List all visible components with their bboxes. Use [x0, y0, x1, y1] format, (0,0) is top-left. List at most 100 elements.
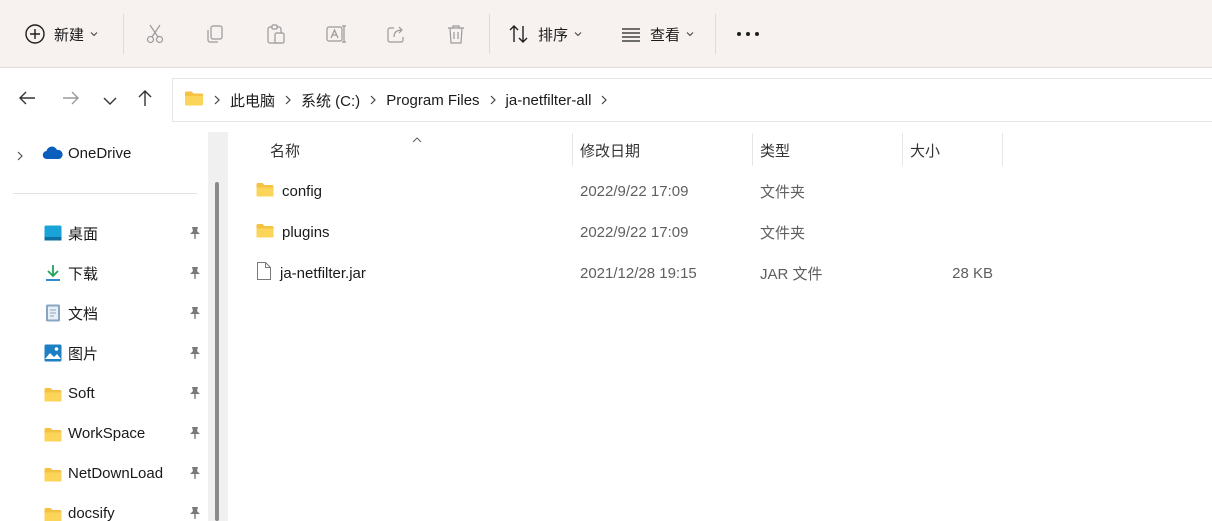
sort-ascending-icon — [412, 130, 422, 147]
chevron-right-icon[interactable] — [601, 95, 608, 105]
chevron-right-icon[interactable] — [285, 95, 291, 105]
file-size: 28 KB — [952, 264, 993, 282]
column-header-label: 修改日期 — [580, 142, 641, 160]
pin-icon[interactable] — [189, 506, 201, 521]
file-type: 文件夹 — [760, 183, 806, 201]
pin-icon[interactable] — [189, 306, 201, 324]
column-header-date[interactable]: 修改日期 — [580, 134, 640, 166]
sidebar-item-desktop[interactable]: 桌面 — [0, 215, 208, 251]
pin-icon[interactable] — [189, 466, 201, 484]
navigation-pane: OneDrive 桌面 下载 文档 图片 Soft WorkSpace NetD… — [0, 124, 208, 521]
chevron-down-icon — [90, 31, 98, 37]
sidebar-item-onedrive[interactable]: OneDrive — [0, 135, 208, 171]
file-size — [900, 212, 993, 252]
sidebar-item-label: WorkSpace — [68, 424, 146, 442]
sidebar-item-documents[interactable]: 文档 — [0, 295, 208, 331]
sidebar-item-label: 图片 — [68, 345, 99, 363]
download-icon — [44, 264, 62, 282]
sidebar-divider — [13, 193, 197, 194]
onedrive-cloud-icon — [42, 146, 64, 164]
folder-icon — [256, 182, 274, 201]
file-date: 2022/9/22 17:09 — [580, 182, 689, 200]
folder-icon — [256, 223, 274, 242]
pin-icon[interactable] — [189, 226, 201, 244]
delete-icon — [445, 23, 467, 45]
recent-locations-button[interactable] — [96, 86, 124, 114]
sort-icon — [508, 23, 530, 45]
file-name: ja-netfilter.jar — [280, 264, 366, 282]
rename-button[interactable] — [325, 14, 347, 54]
file-size — [900, 171, 993, 211]
breadcrumb-program-files[interactable]: Program Files — [386, 92, 479, 109]
chevron-right-icon[interactable] — [490, 95, 496, 105]
breadcrumb-this-pc[interactable]: 此电脑 — [230, 90, 275, 111]
folder-icon — [184, 90, 204, 110]
sort-button[interactable]: 排序 — [508, 14, 582, 54]
folder-icon — [44, 465, 62, 483]
column-divider[interactable] — [572, 133, 573, 166]
pin-icon[interactable] — [189, 266, 201, 284]
pin-icon[interactable] — [189, 386, 201, 404]
sort-button-label: 排序 — [538, 26, 569, 44]
new-button[interactable]: 新建 — [24, 14, 98, 54]
sidebar-item-workspace[interactable]: WorkSpace — [0, 415, 208, 451]
file-row-config[interactable]: config 2022/9/22 17:09 文件夹 — [240, 171, 1000, 211]
address-bar[interactable]: 此电脑 系统 (C:) Program Files ja-netfilter-a… — [172, 78, 1212, 122]
pin-icon[interactable] — [189, 346, 201, 364]
command-bar: 新建 排序 查看 — [0, 0, 1212, 68]
sidebar-item-netdownload[interactable]: NetDownLoad — [0, 455, 208, 491]
share-icon — [385, 23, 407, 45]
sidebar-item-label: Soft — [68, 384, 95, 402]
arrow-right-icon — [62, 90, 80, 110]
folder-icon — [44, 505, 62, 521]
chevron-right-icon[interactable] — [17, 148, 23, 165]
chevron-down-icon — [686, 31, 694, 37]
sidebar-item-label: 下载 — [68, 265, 99, 283]
column-divider[interactable] — [1002, 133, 1003, 166]
breadcrumb-system-drive[interactable]: 系统 (C:) — [301, 90, 360, 111]
file-name-cell: ja-netfilter.jar — [256, 253, 366, 293]
column-divider[interactable] — [752, 133, 753, 166]
breadcrumb-current-folder[interactable]: ja-netfilter-all — [506, 92, 592, 109]
folder-icon — [44, 385, 62, 403]
sidebar-scrollbar-thumb[interactable] — [215, 182, 219, 521]
file-date: 2021/12/28 19:15 — [580, 264, 697, 282]
column-divider[interactable] — [902, 133, 903, 166]
cut-button[interactable] — [144, 14, 166, 54]
chevron-down-icon — [103, 92, 117, 109]
sidebar-item-label: 文档 — [68, 305, 99, 323]
sidebar-item-pictures[interactable]: 图片 — [0, 335, 208, 371]
rename-icon — [325, 23, 347, 45]
sidebar-item-docsify[interactable]: docsify — [0, 495, 208, 521]
sidebar-item-soft[interactable]: Soft — [0, 375, 208, 411]
column-header-type[interactable]: 类型 — [760, 134, 790, 166]
arrow-left-icon — [18, 90, 36, 110]
cut-icon — [144, 23, 166, 45]
view-button[interactable]: 查看 — [620, 14, 694, 54]
sidebar-item-label: NetDownLoad — [68, 464, 164, 482]
copy-button[interactable] — [204, 14, 226, 54]
file-type: JAR 文件 — [760, 265, 823, 283]
file-row-ja-netfilter-jar[interactable]: ja-netfilter.jar 2021/12/28 19:15 JAR 文件… — [240, 253, 1000, 293]
forward-button[interactable] — [57, 86, 85, 114]
sidebar-item-downloads[interactable]: 下载 — [0, 255, 208, 291]
more-button[interactable] — [736, 14, 760, 54]
view-icon — [620, 23, 642, 45]
toolbar-divider — [123, 14, 124, 54]
paste-button[interactable] — [265, 14, 287, 54]
pin-icon[interactable] — [189, 426, 201, 444]
copy-icon — [204, 23, 226, 45]
delete-button[interactable] — [445, 14, 467, 54]
column-header-name[interactable]: 名称 — [270, 134, 300, 166]
chevron-down-icon — [574, 31, 582, 37]
column-header-size[interactable]: 大小 — [910, 134, 940, 166]
chevron-right-icon[interactable] — [370, 95, 377, 105]
file-row-plugins[interactable]: plugins 2022/9/22 17:09 文件夹 — [240, 212, 1000, 252]
share-button[interactable] — [385, 14, 407, 54]
file-name: config — [282, 182, 323, 200]
chevron-right-icon — [214, 95, 220, 105]
file-name: plugins — [282, 223, 330, 241]
folder-icon — [44, 425, 62, 443]
up-button[interactable] — [131, 86, 159, 114]
back-button[interactable] — [13, 86, 41, 114]
